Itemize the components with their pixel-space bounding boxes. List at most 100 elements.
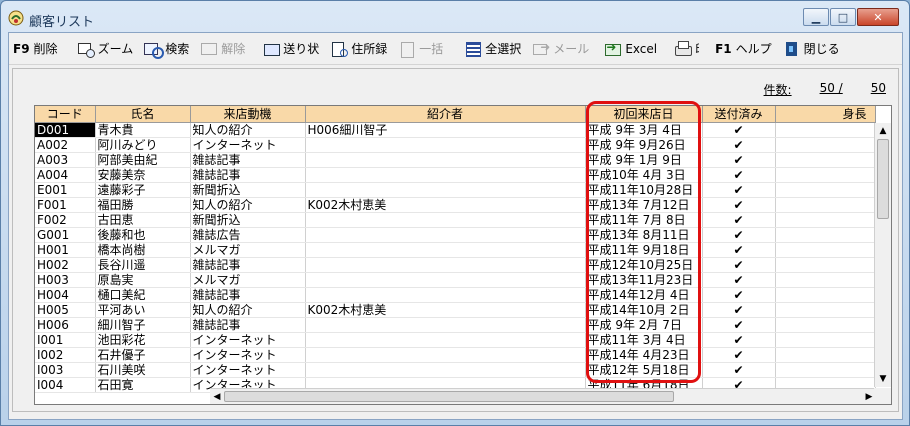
table-row[interactable]: I002 石井優子 インターネット 平成14年 4月23日 ✔: [35, 347, 876, 363]
cell-referrer[interactable]: [305, 272, 586, 288]
cell-sent[interactable]: ✔: [702, 287, 776, 303]
cell-referrer[interactable]: [305, 152, 586, 168]
cell-first-visit[interactable]: 平成 9年 3月 4日: [585, 122, 703, 138]
cell-name[interactable]: 橋本尚樹: [95, 242, 191, 258]
table-row[interactable]: H002 長谷川遥 雑誌記事 平成12年10月25日 ✔: [35, 257, 876, 273]
cell-code[interactable]: F001: [35, 197, 96, 213]
table-row[interactable]: H005 平河あい 知人の紹介 K002木村恵美 平成14年10月 2日 ✔: [35, 302, 876, 318]
cell-code[interactable]: G001: [35, 227, 96, 243]
cell-motive[interactable]: インターネット: [190, 137, 306, 153]
cell-first-visit[interactable]: 平成13年11月23日: [585, 272, 703, 288]
vertical-scrollbar[interactable]: ▲ ▼: [874, 123, 891, 387]
table-row[interactable]: E001 遠藤彩子 新聞折込 平成11年10月28日 ✔: [35, 182, 876, 198]
cell-name[interactable]: 福田勝: [95, 197, 191, 213]
cell-motive[interactable]: 雑誌記事: [190, 152, 306, 168]
cell-referrer[interactable]: K002木村恵美: [305, 302, 586, 318]
table-row[interactable]: H004 樋口美紀 雑誌記事 平成14年12月 4日 ✔: [35, 287, 876, 303]
cell-first-visit[interactable]: 平成 9年 2月 7日: [585, 317, 703, 333]
cell-sent[interactable]: ✔: [702, 197, 776, 213]
table-row[interactable]: A004 安藤美奈 雑誌記事 平成10年 4月 3日 ✔: [35, 167, 876, 183]
cell-height[interactable]: [775, 137, 876, 153]
cell-sent[interactable]: ✔: [702, 242, 776, 258]
mail-button[interactable]: メール: [527, 37, 595, 61]
delete-button[interactable]: F9 削除: [9, 37, 64, 61]
cell-referrer[interactable]: [305, 332, 586, 348]
search-button[interactable]: 検索: [139, 37, 195, 61]
cell-height[interactable]: [775, 182, 876, 198]
minimize-button[interactable]: ▁: [803, 8, 829, 26]
horizontal-scrollbar[interactable]: ◀ ▶: [210, 388, 891, 404]
cell-code[interactable]: A003: [35, 152, 96, 168]
cell-first-visit[interactable]: 平成11年 3月 4日: [585, 332, 703, 348]
close-window-button[interactable]: ✕: [857, 8, 899, 26]
cell-referrer[interactable]: [305, 362, 586, 378]
cell-first-visit[interactable]: 平成13年 7月12日: [585, 197, 703, 213]
scroll-down-icon[interactable]: ▼: [877, 373, 889, 385]
cell-name[interactable]: 長谷川遥: [95, 257, 191, 273]
cell-sent[interactable]: ✔: [702, 317, 776, 333]
cell-sent[interactable]: ✔: [702, 362, 776, 378]
cell-first-visit[interactable]: 平成14年12月 4日: [585, 287, 703, 303]
cell-first-visit[interactable]: 平成12年 5月18日: [585, 362, 703, 378]
label-button[interactable]: 送り状: [257, 37, 325, 61]
cell-code[interactable]: A002: [35, 137, 96, 153]
cell-height[interactable]: [775, 332, 876, 348]
table-row[interactable]: F001 福田勝 知人の紹介 K002木村恵美 平成13年 7月12日 ✔: [35, 197, 876, 213]
cell-sent[interactable]: ✔: [702, 272, 776, 288]
cell-motive[interactable]: 雑誌記事: [190, 167, 306, 183]
cell-sent[interactable]: ✔: [702, 212, 776, 228]
cell-motive[interactable]: 雑誌記事: [190, 317, 306, 333]
cell-height[interactable]: [775, 197, 876, 213]
cell-code[interactable]: H005: [35, 302, 96, 318]
excel-button[interactable]: Excel: [599, 37, 663, 61]
cell-name[interactable]: 阿川みどり: [95, 137, 191, 153]
cell-motive[interactable]: 雑誌広告: [190, 227, 306, 243]
scroll-up-icon[interactable]: ▲: [877, 125, 889, 137]
column-header[interactable]: 紹介者: [305, 106, 586, 123]
cell-motive[interactable]: 新聞折込: [190, 182, 306, 198]
cell-height[interactable]: [775, 227, 876, 243]
table-row[interactable]: A002 阿川みどり インターネット 平成 9年 9月26日 ✔: [35, 137, 876, 153]
horizontal-scroll-thumb[interactable]: [224, 391, 674, 402]
cell-height[interactable]: [775, 257, 876, 273]
table-row[interactable]: H003 原島実 メルマガ 平成13年11月23日 ✔: [35, 272, 876, 288]
cell-name[interactable]: 石井優子: [95, 347, 191, 363]
cell-first-visit[interactable]: 平成10年 4月 3日: [585, 167, 703, 183]
cell-sent[interactable]: ✔: [702, 302, 776, 318]
cell-motive[interactable]: 知人の紹介: [190, 122, 306, 138]
cell-motive[interactable]: 知人の紹介: [190, 302, 306, 318]
address-book-button[interactable]: 住所録: [325, 37, 393, 61]
cell-height[interactable]: [775, 362, 876, 378]
cell-sent[interactable]: ✔: [702, 257, 776, 273]
cell-referrer[interactable]: K002木村恵美: [305, 197, 586, 213]
cell-height[interactable]: [775, 167, 876, 183]
cell-code[interactable]: I003: [35, 362, 96, 378]
cell-name[interactable]: 後藤和也: [95, 227, 191, 243]
cell-name[interactable]: 平河あい: [95, 302, 191, 318]
cell-sent[interactable]: ✔: [702, 182, 776, 198]
cell-code[interactable]: F002: [35, 212, 96, 228]
table-row[interactable]: A003 阿部美由紀 雑誌記事 平成 9年 1月 9日 ✔: [35, 152, 876, 168]
cell-sent[interactable]: ✔: [702, 152, 776, 168]
cell-name[interactable]: 古田恵: [95, 212, 191, 228]
table-row[interactable]: H001 橋本尚樹 メルマガ 平成11年 9月18日 ✔: [35, 242, 876, 258]
cell-motive[interactable]: 雑誌記事: [190, 257, 306, 273]
cell-height[interactable]: [775, 317, 876, 333]
cell-motive[interactable]: 知人の紹介: [190, 197, 306, 213]
cell-referrer[interactable]: [305, 287, 586, 303]
column-header[interactable]: コード: [35, 106, 96, 123]
cell-code[interactable]: H001: [35, 242, 96, 258]
cell-name[interactable]: 遠藤彩子: [95, 182, 191, 198]
cell-name[interactable]: 原島実: [95, 272, 191, 288]
cell-first-visit[interactable]: 平成14年 4月23日: [585, 347, 703, 363]
cell-height[interactable]: [775, 287, 876, 303]
cell-motive[interactable]: インターネット: [190, 332, 306, 348]
select-all-button[interactable]: 全選択: [459, 37, 527, 61]
cell-referrer[interactable]: [305, 167, 586, 183]
cell-height[interactable]: [775, 302, 876, 318]
cell-motive[interactable]: インターネット: [190, 347, 306, 363]
cell-first-visit[interactable]: 平成11年 9月18日: [585, 242, 703, 258]
zoom-button[interactable]: ズーム: [72, 37, 140, 61]
cell-motive[interactable]: メルマガ: [190, 242, 306, 258]
cell-referrer[interactable]: [305, 137, 586, 153]
